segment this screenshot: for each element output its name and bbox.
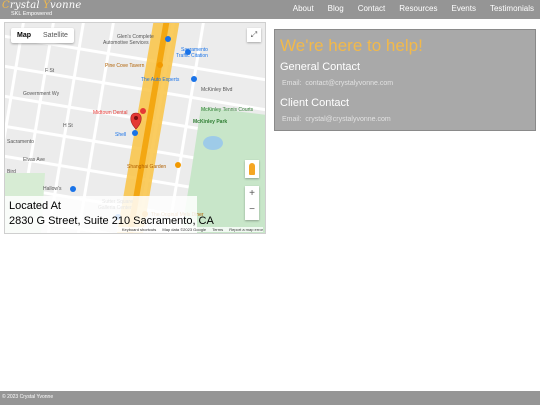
- contact-heading: We're here to help!: [280, 36, 423, 55]
- poi-marker-shell: [132, 130, 138, 136]
- logo-wordmark: Crystal Yvonne: [2, 1, 81, 11]
- street-label-f: F St: [45, 68, 55, 74]
- poi-marker-hallows: [70, 186, 76, 192]
- poi-label-tennis: McKinley Tennis Courts: [201, 107, 254, 113]
- client-contact-title: Client Contact: [280, 97, 350, 109]
- poi-marker-pinecove: [157, 62, 163, 68]
- top-nav-bar: Crystal Yvonne SKL Empowered About Blog …: [0, 0, 540, 19]
- poi-label-hallows: Hallow's: [43, 186, 62, 192]
- zoom-control: + −: [245, 186, 259, 220]
- poi-marker-glens: [165, 36, 171, 42]
- nav-link-blog[interactable]: Blog: [328, 4, 344, 13]
- client-email-link[interactable]: crystal@crystalyvonne.com: [305, 116, 390, 123]
- poi-label-park: McKinley Park: [193, 119, 227, 125]
- map-type-toggle: Map Satellite: [11, 28, 74, 43]
- street-label-gov: Government Wy: [23, 91, 60, 97]
- client-contact-email-row: Email: crystal@crystalyvonne.com: [280, 115, 530, 125]
- poi-label-pinecove: Pine Cove Tavern: [105, 63, 145, 69]
- street-label-mckinley: McKinley Blvd: [201, 87, 233, 93]
- footer-copyright: © 2023 Crystal Yvonne: [2, 394, 54, 400]
- map-attribution: Keyboard shortcuts Map data ©2023 Google…: [116, 227, 263, 232]
- general-email-label: Email:: [282, 80, 302, 87]
- zoom-out-button[interactable]: −: [245, 202, 259, 218]
- map-view-button[interactable]: Map: [11, 28, 37, 43]
- street-label-elvas: Elvas Ave: [23, 157, 45, 163]
- poi-label-shanghai: Shanghai Garden: [127, 164, 166, 170]
- nav-link-events[interactable]: Events: [452, 4, 476, 13]
- street-label-sac: Sacramento: [7, 139, 34, 145]
- zoom-in-button[interactable]: +: [245, 186, 259, 202]
- poi-marker-autoexperts: [191, 76, 197, 82]
- main-menu: About Blog Contact Resources Events Test…: [279, 4, 534, 13]
- nav-link-testimonials[interactable]: Testimonials: [490, 4, 534, 13]
- logo-vonne: vonne: [50, 0, 82, 11]
- street-label-bird: Bird: [7, 169, 16, 175]
- poi-label-dental: Midtown Dental: [93, 110, 127, 116]
- nav-link-resources[interactable]: Resources: [399, 4, 437, 13]
- terms-link[interactable]: Terms: [212, 227, 223, 232]
- embedded-map[interactable]: Glen's Complete Automotive Services Sacr…: [4, 22, 266, 234]
- report-error-link[interactable]: Report a map error: [229, 227, 263, 232]
- poi-marker-dental: [140, 108, 146, 114]
- poi-label-traffic-2: Traffic Citation: [176, 53, 208, 59]
- site-logo[interactable]: Crystal Yvonne SKL Empowered: [2, 1, 81, 18]
- poi-label-shell: Shell: [115, 132, 126, 138]
- fullscreen-icon[interactable]: ⤢: [247, 28, 261, 42]
- street-view-pegman-icon[interactable]: [245, 160, 259, 178]
- park-pond: [203, 136, 223, 150]
- nav-link-contact[interactable]: Contact: [358, 4, 386, 13]
- poi-marker-shanghai: [175, 162, 181, 168]
- general-contact-title: General Contact: [280, 61, 361, 73]
- street-label-h: H St: [63, 123, 73, 129]
- general-contact-email-row: Email: contact@crystalyvonne.com: [280, 79, 530, 89]
- site-footer: © 2023 Crystal Yvonne: [0, 391, 540, 405]
- keyboard-shortcuts-link[interactable]: Keyboard shortcuts: [122, 227, 156, 232]
- satellite-view-button[interactable]: Satellite: [37, 28, 74, 43]
- general-email-link[interactable]: contact@crystalyvonne.com: [305, 80, 393, 87]
- logo-initial-y: Y: [43, 0, 51, 11]
- logo-tagline: SKL Empowered: [11, 11, 53, 17]
- location-title: Located At: [9, 200, 61, 212]
- logo-initial-c: C: [2, 0, 10, 11]
- poi-label-autoexperts: The Auto Experts: [141, 77, 180, 83]
- nav-link-about[interactable]: About: [293, 4, 314, 13]
- logo-rystal: rystal: [9, 0, 40, 11]
- poi-label-glens-2: Automotive Services: [103, 40, 149, 46]
- map-data-credit: Map data ©2023 Google: [162, 227, 207, 232]
- contact-panel: We're here to help! General Contact Emai…: [274, 29, 536, 131]
- client-email-label: Email:: [282, 116, 302, 123]
